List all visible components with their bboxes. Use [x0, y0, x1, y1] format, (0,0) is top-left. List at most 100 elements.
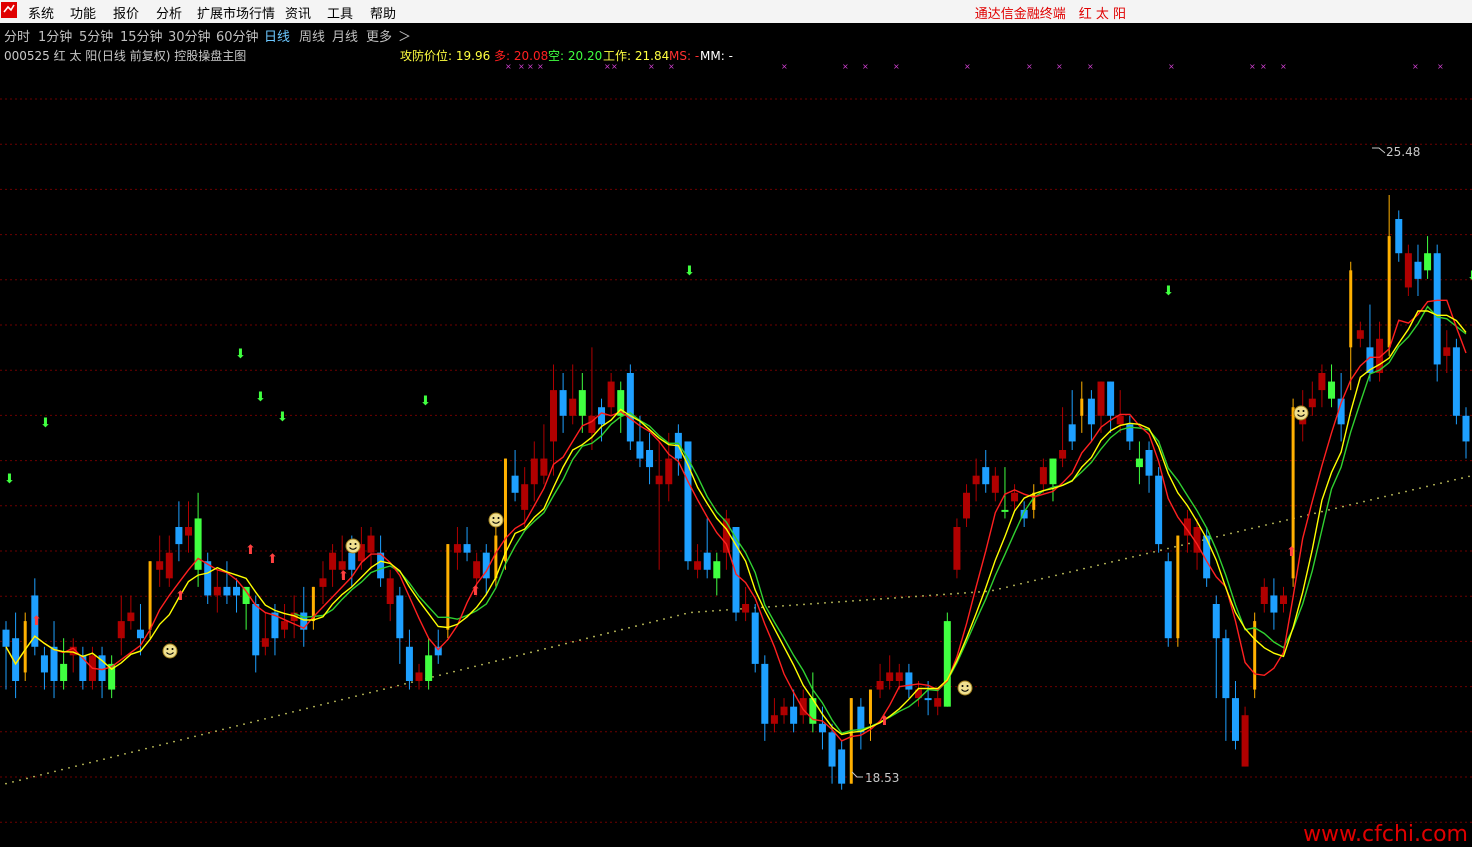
- tab-intraday[interactable]: 分时: [4, 26, 30, 45]
- candle-body: [1270, 595, 1278, 613]
- support-dot: [1447, 480, 1449, 483]
- menu-extended-market[interactable]: 扩展市场行情: [197, 3, 275, 22]
- support-dot: [1328, 509, 1330, 511]
- support-dot: [1391, 493, 1393, 496]
- support-dot: [488, 661, 490, 664]
- support-dot: [1412, 488, 1414, 491]
- support-dot: [852, 600, 854, 602]
- x-mark-icon: ×: [781, 62, 788, 71]
- candle-body: [175, 527, 183, 545]
- arrow-up-icon: ⬆: [31, 614, 42, 629]
- candle-body: [1424, 253, 1432, 271]
- support-dot: [796, 604, 798, 606]
- support-dot: [1314, 512, 1316, 515]
- candle-body: [1395, 219, 1403, 254]
- support-dot: [1181, 544, 1183, 547]
- candle-body: [569, 398, 577, 416]
- support-dot: [82, 763, 84, 766]
- kline-chart[interactable]: 000525 红 太 阳(日线 前复权) 控股操盘主图 攻防价位: 19.96 …: [0, 45, 1472, 847]
- support-dot: [103, 758, 105, 761]
- menu-info[interactable]: 资讯: [285, 3, 311, 22]
- tab-30min[interactable]: 30分钟: [168, 26, 211, 45]
- menu-bar: 系统 功能 报价 分析 扩展市场行情 资讯 工具 帮助 通达信金融终端 红 太 …: [0, 0, 1472, 24]
- candle-body: [511, 475, 519, 493]
- support-dot: [75, 765, 77, 768]
- tab-monthly[interactable]: 月线: [332, 26, 358, 45]
- arrow-down-icon: ⬇: [4, 472, 15, 487]
- attack-price-label: 攻防价位: 19.96: [400, 48, 490, 63]
- arrow-down-icon: ⬇: [420, 394, 431, 409]
- candle-body: [40, 655, 48, 673]
- support-dot: [320, 703, 322, 706]
- tab-daily[interactable]: 日线: [264, 26, 290, 45]
- tab-more[interactable]: 更多: [366, 26, 392, 45]
- menu-quote[interactable]: 报价: [113, 3, 139, 22]
- tab-15min[interactable]: 15分钟: [120, 26, 163, 45]
- chevron-right-icon[interactable]: ＞: [398, 26, 411, 45]
- candle-body: [117, 621, 125, 639]
- support-dot: [1356, 502, 1358, 505]
- support-dot: [950, 593, 952, 595]
- support-dot: [726, 609, 728, 611]
- support-dot: [649, 621, 651, 624]
- candle-body: [1222, 638, 1230, 699]
- support-dot: [642, 623, 644, 626]
- moving-averages: [5, 299, 1467, 742]
- candle-body: [1068, 424, 1076, 442]
- candle-body: [540, 458, 548, 476]
- support-dot: [1090, 566, 1092, 568]
- candle-body: [494, 535, 498, 579]
- candle-body: [1414, 261, 1422, 279]
- support-dot: [306, 707, 308, 710]
- menu-function[interactable]: 功能: [70, 3, 96, 22]
- tab-5min[interactable]: 5分钟: [79, 26, 113, 45]
- support-dot: [89, 761, 91, 764]
- support-dot: [880, 598, 882, 600]
- menu-analysis[interactable]: 分析: [156, 3, 182, 22]
- support-dot: [831, 601, 833, 604]
- candle-body: [991, 475, 999, 493]
- tab-60min[interactable]: 60分钟: [216, 26, 259, 45]
- support-dot: [292, 710, 294, 713]
- support-dot: [1146, 552, 1148, 555]
- candle-body: [943, 621, 951, 707]
- candle-body: [1308, 398, 1316, 408]
- menu-tools[interactable]: 工具: [327, 3, 353, 22]
- candle-body: [828, 732, 836, 767]
- candle-body: [607, 381, 615, 408]
- tab-1min[interactable]: 1分钟: [38, 26, 72, 45]
- support-dot: [768, 606, 770, 608]
- support-dot: [1405, 490, 1407, 493]
- candle-body: [396, 595, 404, 639]
- candle-body: [868, 689, 872, 724]
- support-dot: [789, 604, 791, 607]
- support-dot: [117, 754, 119, 757]
- candle-body: [876, 681, 884, 690]
- support-dot: [1111, 561, 1113, 563]
- support-dot: [1321, 510, 1323, 513]
- menu-system[interactable]: 系统: [28, 3, 54, 22]
- support-dot: [586, 637, 588, 640]
- x-mark-icon: ×: [1437, 62, 1444, 71]
- support-dot: [1027, 581, 1029, 583]
- tab-weekly[interactable]: 周线: [299, 26, 325, 45]
- candle-body: [463, 544, 471, 553]
- support-dot: [992, 589, 994, 592]
- support-dot: [1433, 483, 1435, 486]
- support-dot: [887, 597, 889, 600]
- support-dot: [845, 600, 847, 603]
- support-dot: [110, 756, 112, 759]
- candle-body: [934, 698, 942, 707]
- support-dot: [537, 649, 539, 652]
- arrow-down-icon: ⬇: [1163, 284, 1174, 299]
- candle-body: [703, 552, 711, 570]
- support-dot: [12, 781, 14, 783]
- support-dot: [152, 745, 154, 748]
- support-dot: [1153, 550, 1155, 553]
- support-dot: [96, 760, 98, 762]
- candle-body: [770, 715, 778, 724]
- candle-body: [1452, 347, 1460, 416]
- x-mark-icon: ×: [527, 62, 534, 71]
- menu-help[interactable]: 帮助: [370, 3, 396, 22]
- arrow-down-icon: ⬇: [1467, 269, 1472, 284]
